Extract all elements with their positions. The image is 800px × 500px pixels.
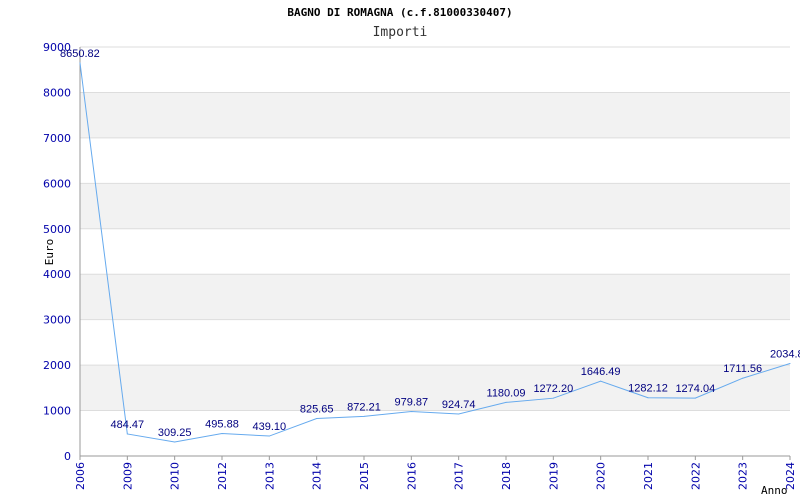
data-point <box>174 441 176 443</box>
data-point <box>694 397 696 399</box>
x-tick-label: 2009 <box>121 462 134 490</box>
x-tick-label: 2010 <box>169 462 182 490</box>
data-point <box>268 435 270 437</box>
data-label: 2034.8 <box>770 349 800 361</box>
x-tick-label: 2014 <box>311 462 324 490</box>
x-tick-label: 2006 <box>74 462 87 490</box>
data-label: 1711.56 <box>723 363 762 375</box>
data-label: 495.88 <box>205 418 239 430</box>
x-tick-labels: 2006 2009 2010 2012 2013 2014 2015 2016 2017 2018… <box>74 456 797 490</box>
data-point <box>742 377 744 379</box>
y-tick-label: 0 <box>64 450 71 463</box>
x-tick-label: 2016 <box>405 462 418 490</box>
y-tick-label: 8000 <box>43 86 71 99</box>
data-label: 979.87 <box>395 396 429 408</box>
x-tick-label: 2013 <box>263 462 276 490</box>
data-label: 8650.82 <box>60 48 100 60</box>
x-axis-label: Anno <box>761 484 788 497</box>
data-point <box>789 363 791 365</box>
line-chart: 0100020003000400050006000700080009000 20… <box>43 41 800 497</box>
x-tick-label: 2021 <box>642 462 655 490</box>
y-tick-label: 3000 <box>43 314 71 327</box>
data-point <box>552 397 554 399</box>
x-tick-label: 2012 <box>216 462 229 490</box>
data-label: 872.21 <box>347 401 381 413</box>
y-tick-label: 4000 <box>43 268 71 281</box>
y-tick-label: 1000 <box>43 405 71 418</box>
data-point <box>363 415 365 417</box>
data-label: 924.74 <box>442 399 476 411</box>
y-tick-label: 2000 <box>43 359 71 372</box>
x-tick-label: 2020 <box>595 462 608 490</box>
x-tick-label: 2018 <box>500 462 513 490</box>
data-point <box>600 380 602 382</box>
x-tick-label: 2022 <box>689 462 702 490</box>
data-label: 309.25 <box>158 427 192 439</box>
grid-band <box>80 92 790 138</box>
x-tick-label: 2019 <box>547 462 560 490</box>
x-tick-label: 2023 <box>737 462 750 490</box>
data-point <box>458 413 460 415</box>
data-label: 439.10 <box>253 421 287 433</box>
data-point <box>316 417 318 419</box>
data-point <box>126 433 128 435</box>
data-label: 1274.04 <box>675 383 715 395</box>
data-label: 1646.49 <box>581 366 621 378</box>
y-axis-label: Euro <box>43 239 56 266</box>
data-label: 825.65 <box>300 403 334 415</box>
data-point <box>647 397 649 399</box>
y-tick-label: 5000 <box>43 223 71 236</box>
grid-band <box>80 183 790 229</box>
data-point <box>505 401 507 403</box>
data-point <box>410 410 412 412</box>
data-point <box>79 62 81 64</box>
data-label: 1282.12 <box>628 383 668 395</box>
x-tick-label: 2015 <box>358 462 371 490</box>
y-tick-label: 7000 <box>43 132 71 145</box>
data-label: 1180.09 <box>487 387 526 399</box>
data-label: 1272.20 <box>533 383 573 395</box>
grid-band <box>80 274 790 320</box>
data-label: 484.47 <box>111 419 145 431</box>
y-tick-label: 6000 <box>43 177 71 190</box>
data-point <box>221 432 223 434</box>
x-tick-label: 2017 <box>453 462 466 490</box>
